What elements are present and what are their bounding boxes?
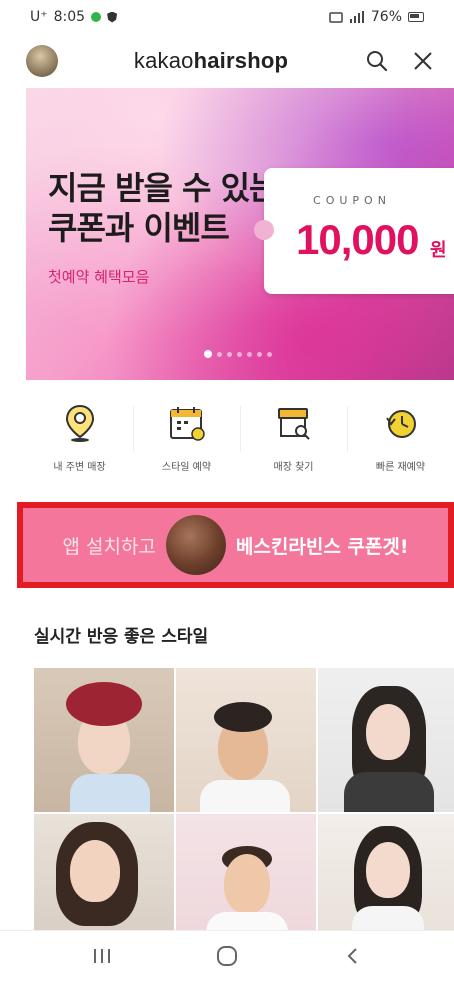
brand-logo[interactable]: kakaohairshop [58,48,364,74]
face-shape [224,854,270,914]
profile-avatar[interactable] [26,45,58,77]
section-title: 실시간 반응 좋은 스타일 [34,627,209,647]
brand-bold: hairshop [193,48,289,73]
quick-item-quick-rebook[interactable]: 빠른 재예약 [347,392,454,488]
shirt-shape [70,774,150,812]
phone-screen: U⁺ 8:05 76% kakaohairshop 지금 받을 수 있는 쿠폰과… [0,0,454,981]
banner-subtitle: 첫예약 혜택모음 [48,268,150,286]
shirt-shape [206,912,288,932]
shirt-shape [200,780,290,812]
recent-apps-button[interactable] [82,936,122,976]
style-photo-4[interactable] [34,814,174,932]
hair-shape [66,682,142,726]
signal-icon [349,11,364,23]
quick-label: 내 주변 매장 [53,462,106,473]
banner-title: 지금 받을 수 있는 쿠폰과 이벤트 [48,168,288,248]
face-shape [70,840,120,902]
quick-item-find-store[interactable]: 매장 찾기 [240,392,347,488]
event-banner[interactable]: 지금 받을 수 있는 쿠폰과 이벤트 첫예약 혜택모음 COUPON 10,00… [26,88,454,380]
brand-light: kakao [133,48,194,73]
promo-text-right: 베스킨라빈스 쿠폰겟! [235,535,409,558]
hair-shape [214,702,272,732]
shirt-shape [352,906,424,932]
pager-dot [267,351,272,357]
quick-label: 매장 찾기 [273,462,314,473]
banner-title-line2: 쿠폰과 이벤트 [48,209,230,247]
pager-dot [237,351,242,357]
app-bar-actions [364,48,436,74]
home-icon [216,946,237,966]
home-button[interactable] [207,936,247,976]
coupon-label: COUPON [313,194,391,207]
quick-menu: 내 주변 매장 스타일 예약 매장 찾기 빠른 재예약 [26,392,454,488]
pager-dot [247,351,252,357]
quick-label: 스타일 예약 [161,462,212,473]
quick-item-nearby-shops[interactable]: 내 주변 매장 [26,392,133,488]
battery-icon [408,12,424,22]
shield-icon [107,11,118,23]
style-photo-3[interactable] [318,668,454,812]
close-icon [414,52,432,70]
coupon-card: COUPON 10,000 원 [254,168,454,294]
face-shape [366,842,410,898]
back-icon [347,948,357,964]
coupon-unit: 원 [430,240,447,261]
status-bar: U⁺ 8:05 76% [0,0,454,34]
recent-apps-icon [94,949,111,963]
store-search-icon [273,402,315,444]
time-label: 8:05 [53,9,86,25]
back-button[interactable] [332,936,372,976]
pager-dot [227,351,232,357]
style-photo-5[interactable] [176,814,316,932]
close-button[interactable] [410,48,436,74]
style-photo-6[interactable] [318,814,454,932]
status-left: U⁺ 8:05 [30,9,118,25]
ice-cream-image [165,515,226,575]
pager-dot [257,351,262,357]
carrier-label: U⁺ [30,9,48,25]
search-button[interactable] [364,48,390,74]
promo-banner-highlighted: 앱 설치하고 베스킨라빈스 쿠폰겟! [17,502,454,588]
coupon-amount: 10,000 [296,216,419,263]
calendar-icon [166,402,208,444]
status-right: 76% [329,9,424,25]
face-shape [366,704,410,760]
pager-dot [217,351,222,357]
style-grid [34,668,454,932]
banner-title-line1: 지금 받을 수 있는 [48,169,279,207]
style-photo-2[interactable] [176,668,316,812]
pager-dot-active [204,350,212,358]
promo-text-left: 앱 설치하고 [62,535,156,558]
search-icon [367,51,388,72]
shirt-shape [344,772,434,812]
promo-banner[interactable]: 앱 설치하고 베스킨라빈스 쿠폰겟! [23,508,448,582]
alarm-icon [329,12,343,23]
app-bar: kakaohairshop [0,36,454,86]
quick-label: 빠른 재예약 [375,462,426,473]
style-photo-1[interactable] [34,668,174,812]
banner-pager [204,350,272,358]
clock-refresh-icon [380,402,422,444]
system-nav-bar [0,930,454,981]
battery-label: 76% [370,9,402,25]
location-pin-icon [59,402,101,444]
quick-item-style-booking[interactable]: 스타일 예약 [133,392,240,488]
notification-dot-icon [91,12,102,22]
